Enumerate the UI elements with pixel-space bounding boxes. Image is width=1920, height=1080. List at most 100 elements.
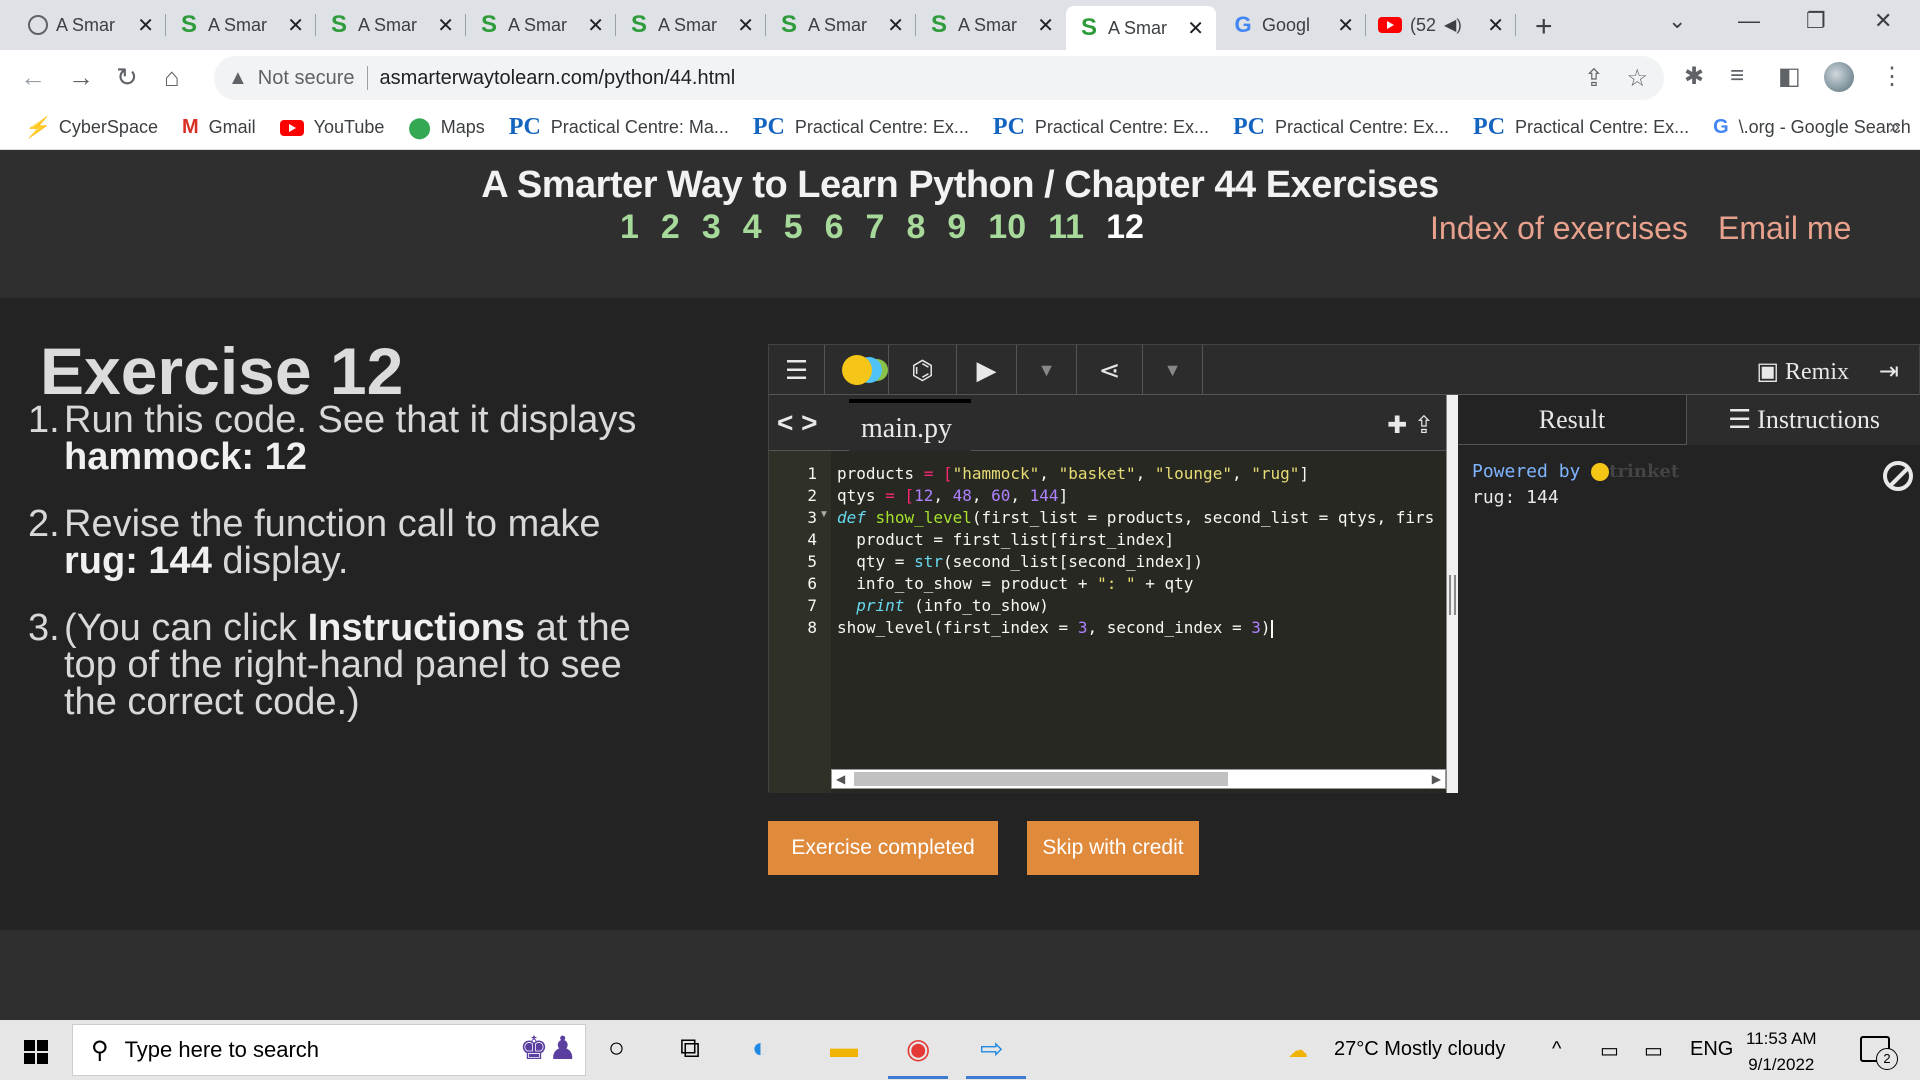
weather-text[interactable]: 27°C Mostly cloudy [1334, 1038, 1505, 1061]
windows-start-icon[interactable] [24, 1040, 48, 1064]
exercise-link[interactable]: 3 [702, 208, 721, 247]
side-panel-icon[interactable]: ◧ [1778, 62, 1801, 91]
horizontal-scrollbar[interactable]: ◀ ▶ [831, 769, 1446, 789]
chrome-icon[interactable]: ◉ [906, 1032, 930, 1065]
share-options-chevron-icon[interactable]: ▼ [1143, 345, 1203, 395]
url-text[interactable]: asmarterwaytolearn.com/python/44.html [380, 67, 736, 90]
file-explorer-icon[interactable]: ▬ [830, 1032, 858, 1064]
exercise-link[interactable]: 6 [825, 208, 844, 247]
browser-tab[interactable]: A Smar ✕ [16, 8, 166, 42]
close-icon[interactable]: ✕ [1037, 13, 1054, 38]
bookmark-item[interactable]: YouTube [279, 117, 384, 138]
close-icon[interactable]: ✕ [587, 13, 604, 38]
profile-avatar[interactable] [1824, 62, 1854, 92]
address-bar[interactable]: ▲ Not secure asmarterwaytolearn.com/pyth… [214, 56, 1664, 100]
skip-with-credit-button[interactable]: Skip with credit [1027, 821, 1199, 875]
browser-tab[interactable]: S A Smar ✕ [166, 8, 316, 42]
exercise-completed-button[interactable]: Exercise completed [768, 821, 998, 875]
notification-icon[interactable]: 2 [1860, 1036, 1898, 1070]
media-control-icon[interactable]: ≡ [1730, 62, 1744, 90]
remix-button[interactable]: ▣ Remix [1756, 357, 1849, 386]
warning-icon[interactable]: ▲ [228, 67, 248, 90]
bookmark-item[interactable]: G \.org - Google Search [1713, 116, 1911, 139]
browser-tab[interactable]: S A Smar ✕ [916, 8, 1066, 42]
panel-divider-handle[interactable] [1446, 395, 1458, 793]
exercise-link[interactable]: 1 [620, 208, 639, 247]
battery-icon[interactable]: ▭ [1644, 1038, 1663, 1063]
speaker-icon[interactable]: ◀) [1444, 15, 1462, 35]
code-arrows-icon[interactable]: < > [777, 407, 817, 439]
email-me-link[interactable]: Email me [1718, 210, 1851, 247]
browser-tab-active[interactable]: S A Smar ✕ [1066, 6, 1216, 50]
bookmark-item[interactable]: PC Practical Centre: Ma... [509, 114, 729, 141]
language-indicator[interactable]: ENG [1690, 1038, 1733, 1061]
exercise-link[interactable]: 10 [988, 208, 1026, 247]
browser-tab[interactable]: S A Smar ✕ [316, 8, 466, 42]
close-icon[interactable]: ✕ [1337, 13, 1354, 38]
exercise-link[interactable]: 4 [743, 208, 762, 247]
exercise-link[interactable]: 7 [866, 208, 885, 247]
close-icon[interactable]: ✕ [137, 13, 154, 38]
restore-icon[interactable]: ❐ [1806, 8, 1826, 34]
run-play-icon[interactable]: ▶ [957, 345, 1017, 395]
exercise-link-current[interactable]: 12 [1106, 208, 1144, 247]
tab-result[interactable]: Result [1458, 395, 1686, 445]
browser-tab[interactable]: (52 ◀) ✕ [1366, 8, 1516, 42]
system-clock[interactable]: 11:53 AM 9/1/2022 [1746, 1026, 1817, 1078]
trinket-logo-icon[interactable] [825, 345, 889, 395]
meet-now-icon[interactable]: ▭ [1600, 1038, 1619, 1063]
share-icon[interactable]: ⇪ [1584, 64, 1604, 93]
close-icon[interactable]: ✕ [437, 13, 454, 38]
browser-tab[interactable]: S A Smar ✕ [466, 8, 616, 42]
minimize-icon[interactable]: — [1738, 8, 1760, 34]
index-of-exercises-link[interactable]: Index of exercises [1430, 210, 1688, 247]
sign-in-icon[interactable]: ⇥ [1879, 357, 1899, 386]
menu-kebab-icon[interactable]: ⋮ [1880, 62, 1904, 91]
forward-icon[interactable]: → [68, 62, 94, 93]
exercise-link[interactable]: 9 [947, 208, 966, 247]
security-label[interactable]: Not secure [258, 67, 355, 90]
scroll-left-icon[interactable]: ◀ [836, 770, 845, 788]
file-tab-main[interactable]: main.py [849, 399, 971, 451]
extensions-icon[interactable]: ✱ [1684, 62, 1704, 91]
close-window-icon[interactable]: ✕ [1874, 8, 1892, 34]
bookmark-item[interactable]: ⬤ Maps [408, 115, 484, 140]
chevron-up-icon[interactable]: ^ [1552, 1038, 1561, 1061]
bookmark-item[interactable]: PC Practical Centre: Ex... [1473, 114, 1689, 141]
bookmark-item[interactable]: PC Practical Centre: Ex... [993, 114, 1209, 141]
close-icon[interactable]: ✕ [1487, 13, 1504, 38]
python-icon[interactable]: ⌬ [889, 345, 957, 395]
browser-tab[interactable]: G Googl ✕ [1220, 8, 1366, 42]
chevron-double-right-icon[interactable]: » [1889, 116, 1900, 139]
bookmark-item[interactable]: M Gmail [182, 116, 256, 139]
close-icon[interactable]: ✕ [887, 13, 904, 38]
back-icon[interactable]: ← [20, 62, 46, 93]
new-tab-icon[interactable]: + [1535, 10, 1553, 44]
scrollbar-thumb[interactable] [854, 772, 1228, 786]
browser-tab[interactable]: S A Smar ✕ [616, 8, 766, 42]
edge-icon[interactable]: ◐ [752, 1032, 769, 1064]
browser-tab[interactable]: S A Smar ✕ [766, 8, 916, 42]
chess-doodle-icon[interactable]: ♚♟ [520, 1029, 577, 1067]
fold-arrow-icon[interactable]: ▼ [819, 509, 829, 520]
bookmark-item[interactable]: PC Practical Centre: Ex... [753, 114, 969, 141]
bookmark-item[interactable]: PC Practical Centre: Ex... [1233, 114, 1449, 141]
code-area[interactable]: products = ["hammock", "basket", "lounge… [831, 451, 1436, 761]
bookmark-star-icon[interactable]: ☆ [1626, 64, 1648, 93]
task-view-icon[interactable]: ⧉ [680, 1032, 700, 1065]
add-file-icon[interactable]: ✚ ⇪ [1387, 411, 1434, 440]
run-options-chevron-icon[interactable]: ▼ [1017, 345, 1077, 395]
taskbar-search-box[interactable]: ⚲ Type here to search ♚♟ [72, 1024, 586, 1076]
exercise-link[interactable]: 8 [906, 208, 925, 247]
tab-instructions[interactable]: ☰ Instructions [1686, 395, 1920, 445]
reload-icon[interactable]: ↻ [116, 62, 138, 93]
home-icon[interactable]: ⌂ [164, 62, 180, 93]
bookmark-item[interactable]: ⚡ CyberSpace [24, 115, 158, 140]
close-icon[interactable]: ✕ [737, 13, 754, 38]
chevron-down-icon[interactable]: ⌄ [1668, 8, 1686, 34]
share-icon[interactable]: ⋖ [1077, 345, 1143, 395]
remote-app-icon[interactable]: ⇨ [980, 1032, 1003, 1065]
exercise-link[interactable]: 5 [784, 208, 803, 247]
clear-output-icon[interactable] [1883, 461, 1913, 491]
hamburger-menu-icon[interactable]: ☰ [769, 345, 825, 395]
